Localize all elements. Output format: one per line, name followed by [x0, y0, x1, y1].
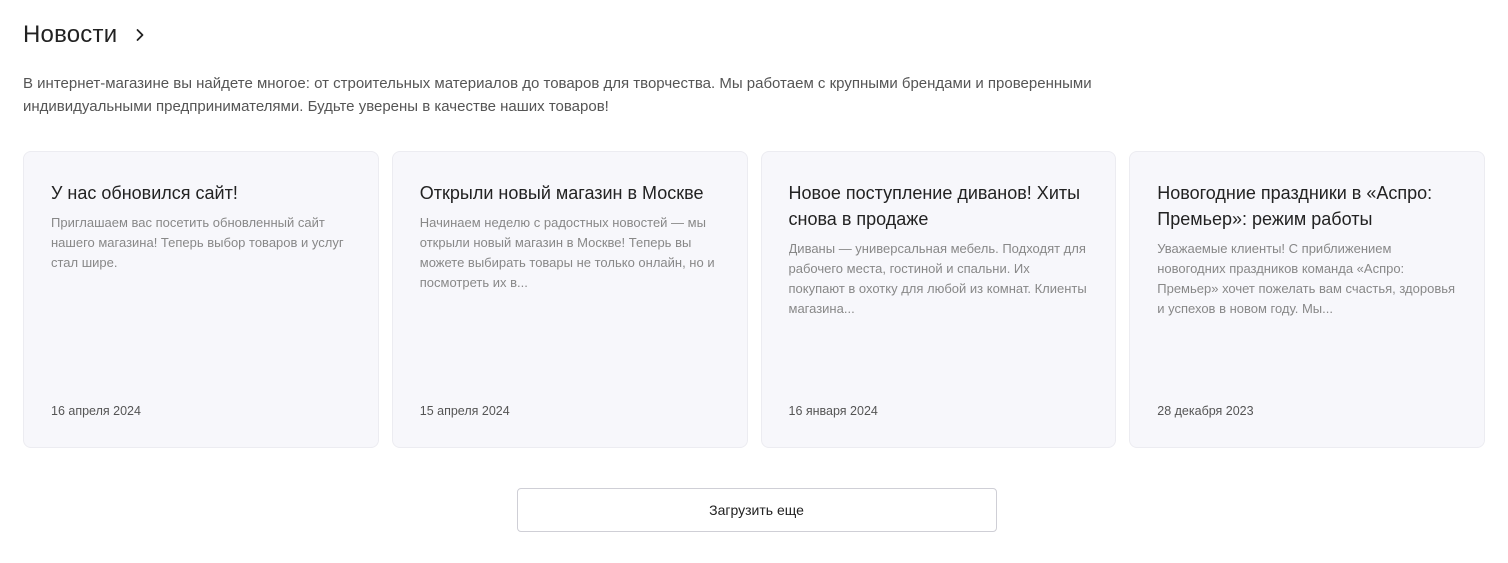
- news-card-date: 28 декабря 2023: [1157, 404, 1254, 418]
- news-card-title[interactable]: Новогодние праздники в «Аспро: Премьер»:…: [1157, 180, 1457, 232]
- news-card-preview: Диваны — универсальная мебель. Подходят …: [788, 241, 1087, 316]
- news-card-preview: Уважаемые клиенты! С приближением нового…: [1157, 241, 1456, 316]
- news-card-date: 16 апреля 2024: [51, 404, 141, 418]
- section-intro: В интернет-магазине вы найдете многое: о…: [23, 75, 1092, 115]
- load-more-container: Загрузить еще: [23, 488, 1485, 532]
- news-section: Новости В интернет-магазине вы найдете м…: [0, 0, 1508, 563]
- news-card[interactable]: Новое поступление диванов! Хиты снова в …: [760, 151, 1117, 448]
- news-card[interactable]: Открыли новый магазин в Москве Начинаем …: [391, 151, 748, 448]
- news-card-title[interactable]: У нас обновился сайт!: [51, 180, 351, 206]
- news-card[interactable]: У нас обновился сайт! Приглашаем вас пос…: [23, 151, 379, 448]
- section-title[interactable]: Новости: [23, 21, 117, 49]
- load-more-button[interactable]: Загрузить еще: [516, 488, 997, 532]
- news-card-preview: Приглашаем вас посетить обновленный сайт…: [51, 215, 344, 270]
- news-card-title[interactable]: Открыли новый магазин в Москве: [420, 180, 720, 206]
- news-card[interactable]: Новогодние праздники в «Аспро: Премьер»:…: [1129, 151, 1485, 448]
- news-card-title[interactable]: Новое поступление диванов! Хиты снова в …: [789, 180, 1089, 232]
- news-list: У нас обновился сайт! Приглашаем вас пос…: [23, 151, 1485, 448]
- chevron-right-icon[interactable]: [133, 28, 147, 42]
- news-card-preview: Начинаем неделю с радостных новостей — м…: [419, 215, 715, 290]
- section-header: Новости: [23, 20, 1485, 50]
- news-card-date: 16 января 2024: [788, 404, 878, 418]
- news-card-date: 15 апреля 2024: [419, 404, 510, 418]
